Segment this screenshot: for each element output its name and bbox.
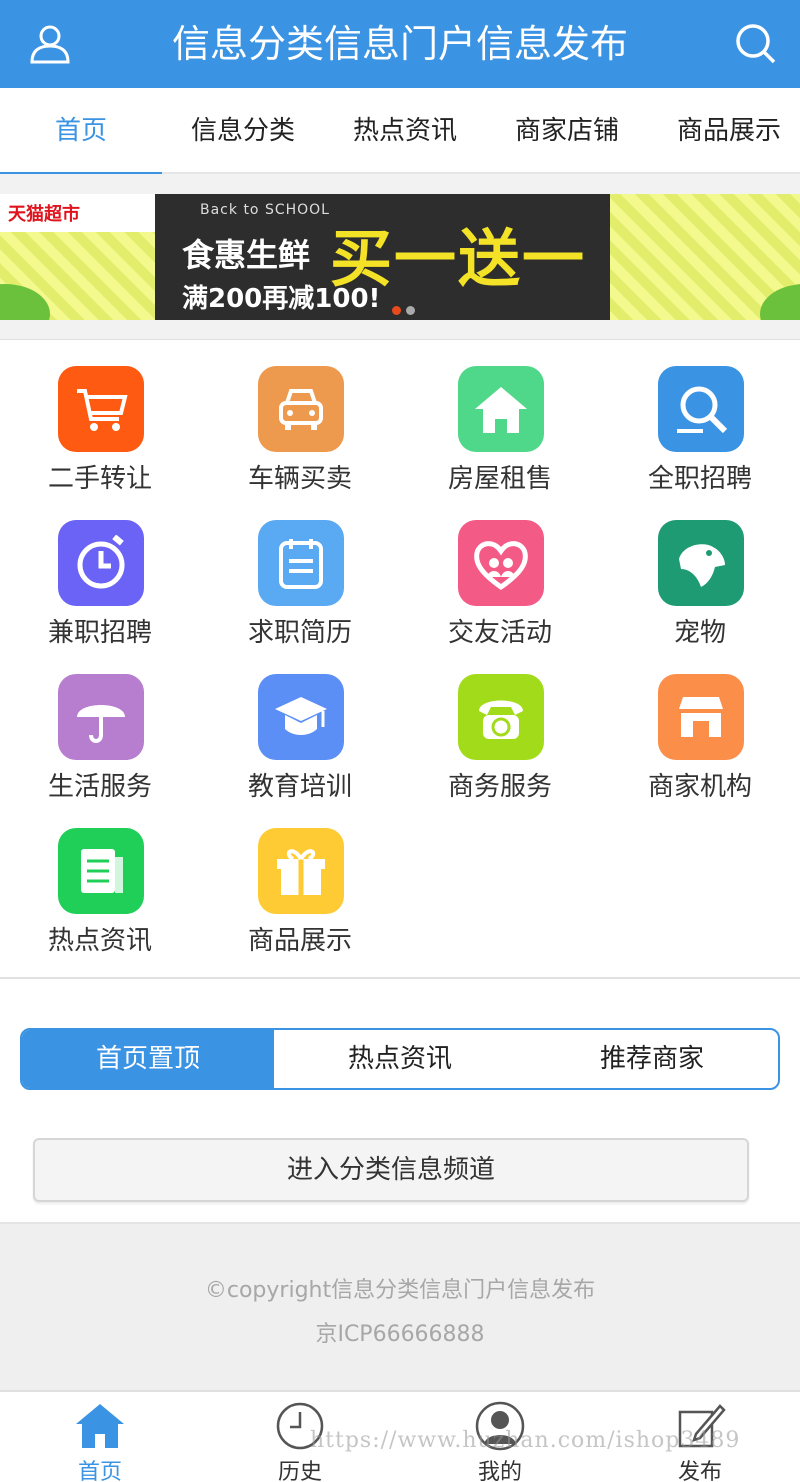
promo-banner[interactable]: 天猫超市 Back to SCHOOL 食惠生鲜 买一送一 满200再减100!: [0, 194, 800, 320]
category-label: 宠物: [673, 618, 726, 648]
watermark-text: https://www.huzhan.com/ishop3489: [310, 1428, 741, 1453]
category-item[interactable]: 宠物: [600, 494, 800, 648]
divider: [0, 977, 800, 979]
category-label: 兼职招聘: [47, 618, 152, 648]
category-item[interactable]: 房屋租售: [400, 340, 600, 494]
category-item[interactable]: 商家机构: [600, 648, 800, 802]
cart-icon: [58, 366, 144, 452]
tab-info-category[interactable]: 信息分类: [162, 88, 324, 174]
car-icon: [258, 366, 344, 452]
category-label: 商家机构: [647, 772, 752, 802]
calendar-doc-icon: [258, 520, 344, 606]
category-item[interactable]: 商务服务: [400, 648, 600, 802]
heart-couple-icon: [458, 520, 544, 606]
newspaper-icon: [58, 828, 144, 914]
banner-headline-left: 食惠生鲜: [182, 236, 311, 274]
category-label: 生活服务: [47, 772, 152, 802]
category-label: 商务服务: [447, 772, 552, 802]
segment-control: 首页置顶 热点资讯 推荐商家: [20, 1028, 780, 1090]
nav-home[interactable]: 首页: [0, 1392, 200, 1482]
carousel-dot[interactable]: [392, 306, 401, 315]
category-label: 房屋租售: [447, 464, 552, 494]
banner-tagline: Back to SCHOOL: [200, 202, 330, 218]
category-label: 商品展示: [247, 926, 352, 956]
spacer: [0, 320, 800, 340]
nav-label: 首页: [77, 1460, 122, 1482]
icp-text: 京ICP66666888: [315, 1322, 485, 1347]
top-tabs: 首页 信息分类 热点资讯 商家店铺 商品展示: [0, 88, 800, 176]
telephone-icon: [458, 674, 544, 760]
category-item[interactable]: 二手转让: [0, 340, 200, 494]
category-item[interactable]: 教育培训: [200, 648, 400, 802]
dog-icon: [658, 520, 744, 606]
banner-subline: 满200再减100!: [182, 284, 381, 314]
umbrella-icon: [58, 674, 144, 760]
category-label: 教育培训: [247, 772, 352, 802]
carousel-dot[interactable]: [406, 306, 415, 315]
category-item[interactable]: 车辆买卖: [200, 340, 400, 494]
magnifier-icon: [658, 366, 744, 452]
house-icon: [458, 366, 544, 452]
category-item[interactable]: 热点资讯: [0, 802, 200, 956]
nav-label: 我的: [477, 1460, 522, 1482]
category-label: 热点资讯: [47, 926, 152, 956]
category-item[interactable]: 交友活动: [400, 494, 600, 648]
copyright-text: ©copyright信息分类信息门户信息发布: [204, 1278, 596, 1303]
tab-shops[interactable]: 商家店铺: [486, 88, 648, 174]
home-icon: [76, 1404, 124, 1448]
category-item[interactable]: 全职招聘: [600, 340, 800, 494]
category-item[interactable]: 生活服务: [0, 648, 200, 802]
category-label: 全职招聘: [647, 464, 752, 494]
nav-label: 历史: [277, 1460, 322, 1482]
graduation-cap-icon: [258, 674, 344, 760]
category-item[interactable]: 求职简历: [200, 494, 400, 648]
category-label: 二手转让: [47, 464, 152, 494]
tab-home[interactable]: 首页: [0, 88, 162, 176]
tab-hot-news[interactable]: 热点资讯: [324, 88, 486, 174]
gift-icon: [258, 828, 344, 914]
app-header: 信息分类信息门户信息发布: [0, 0, 800, 88]
category-label: 车辆买卖: [247, 464, 352, 494]
carousel-dots[interactable]: [392, 300, 420, 319]
category-label: 求职简历: [247, 618, 352, 648]
search-icon[interactable]: [734, 22, 778, 66]
store-logo: 天猫超市: [0, 194, 160, 232]
nav-label: 发布: [677, 1460, 722, 1482]
segment-hot-news[interactable]: 热点资讯: [274, 1030, 526, 1088]
spacer: [0, 174, 800, 194]
segment-top-pinned[interactable]: 首页置顶: [22, 1030, 274, 1088]
footer: ©copyright信息分类信息门户信息发布 京ICP66666888: [0, 1222, 800, 1390]
segment-recommended-shops[interactable]: 推荐商家: [526, 1030, 778, 1088]
storefront-icon: [658, 674, 744, 760]
category-item[interactable]: 兼职招聘: [0, 494, 200, 648]
page-title: 信息分类信息门户信息发布: [171, 22, 628, 66]
stopwatch-icon: [58, 520, 144, 606]
tab-products[interactable]: 商品展示: [648, 88, 800, 174]
enter-channel-button[interactable]: 进入分类信息频道: [33, 1138, 749, 1202]
category-label: 交友活动: [447, 618, 552, 648]
category-item[interactable]: 商品展示: [200, 802, 400, 956]
